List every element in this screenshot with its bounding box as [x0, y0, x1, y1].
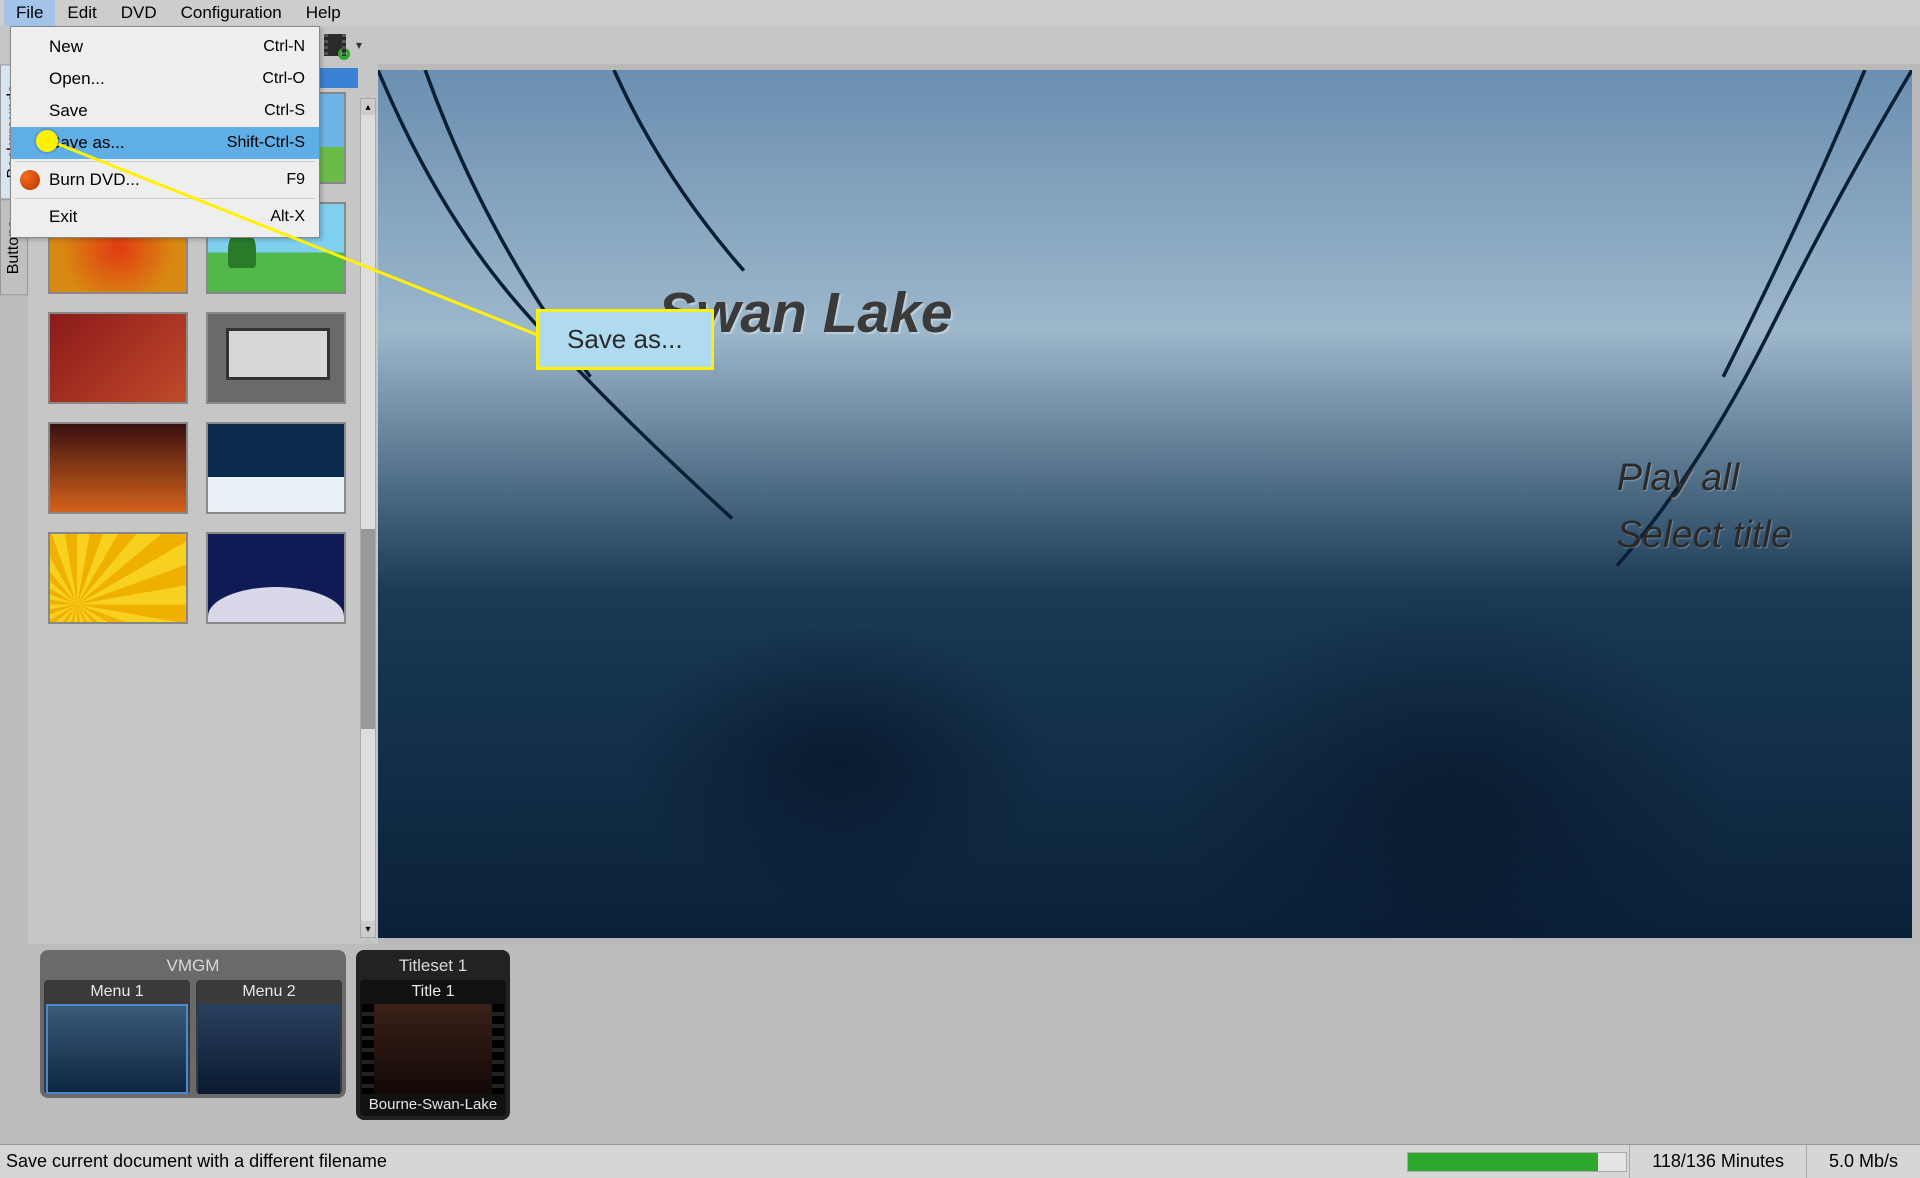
menu-separator: [15, 198, 315, 199]
timeline-item-thumb: [46, 1004, 188, 1094]
menu-item-exit[interactable]: Exit Alt-X: [11, 201, 319, 233]
status-text: Save current document with a different f…: [0, 1151, 387, 1172]
timeline-group-header: VMGM: [44, 954, 342, 980]
burn-dvd-icon: [19, 169, 41, 191]
background-thumb[interactable]: [206, 532, 346, 624]
preview-menu-play-all[interactable]: Play all: [1617, 450, 1792, 507]
background-thumb[interactable]: [206, 312, 346, 404]
background-thumb[interactable]: [206, 422, 346, 514]
menu-item-label: Burn DVD...: [49, 170, 140, 190]
menu-item-label: Exit: [49, 207, 77, 227]
background-thumb[interactable]: [48, 312, 188, 404]
status-minutes: 118/136 Minutes: [1629, 1145, 1806, 1178]
toolbar-dropdown-arrow-icon[interactable]: ▾: [356, 38, 362, 52]
timeline-group-titleset1: Titleset 1 Title 1 Bourne-Swan-Lake: [356, 950, 510, 1120]
disc-usage-progressbar: [1407, 1152, 1627, 1172]
timeline-item-menu1[interactable]: Menu 1: [44, 980, 190, 1094]
menu-item-open[interactable]: Open... Ctrl-O: [11, 63, 319, 95]
annotation-dot: [36, 130, 58, 152]
preview-menu-select-title[interactable]: Select title: [1617, 507, 1792, 564]
add-video-button[interactable]: +: [320, 30, 350, 60]
preview-canvas[interactable]: Swan Lake Play all Select title: [378, 70, 1912, 938]
timeline: VMGM Menu 1 Menu 2 Titleset 1 Title 1 Bo…: [0, 944, 1920, 1144]
scroll-down-icon[interactable]: ▾: [361, 921, 375, 937]
menu-file[interactable]: File: [4, 0, 55, 26]
menu-item-shortcut: Ctrl-S: [264, 102, 305, 120]
timeline-item-thumb: [198, 1004, 340, 1094]
timeline-item-menu2[interactable]: Menu 2: [196, 980, 342, 1094]
timeline-item-title: Menu 2: [196, 980, 342, 1004]
progress-fill: [1408, 1153, 1598, 1171]
film-add-icon: +: [324, 34, 346, 56]
menu-item-shortcut: Ctrl-N: [263, 38, 305, 56]
background-thumb[interactable]: [48, 532, 188, 624]
background-thumb[interactable]: [48, 422, 188, 514]
timeline-item-thumb: [362, 1004, 504, 1094]
menu-configuration[interactable]: Configuration: [169, 0, 294, 26]
timeline-item-title: Title 1: [360, 980, 506, 1004]
timeline-group-vmgm: VMGM Menu 1 Menu 2: [40, 950, 346, 1098]
menu-edit[interactable]: Edit: [55, 0, 108, 26]
status-bitrate: 5.0 Mb/s: [1806, 1145, 1920, 1178]
scroll-thumb[interactable]: [361, 529, 375, 729]
preview-menu-buttons: Play all Select title: [1617, 450, 1792, 564]
scroll-up-icon[interactable]: ▴: [361, 99, 375, 115]
menu-item-shortcut: Ctrl-O: [262, 70, 305, 88]
menu-item-burn-dvd[interactable]: Burn DVD... F9: [11, 164, 319, 196]
timeline-item-title: Menu 1: [44, 980, 190, 1004]
statusbar: Save current document with a different f…: [0, 1144, 1920, 1178]
menu-help[interactable]: Help: [294, 0, 353, 26]
scrollbar-vertical[interactable]: ▴ ▾: [360, 98, 376, 938]
annotation-callout: Save as...: [536, 309, 714, 370]
timeline-item-title1[interactable]: Title 1 Bourne-Swan-Lake: [360, 980, 506, 1116]
menu-item-shortcut: Shift-Ctrl-S: [227, 134, 305, 152]
menu-item-new[interactable]: New Ctrl-N: [11, 31, 319, 63]
timeline-item-caption: Bourne-Swan-Lake: [360, 1094, 506, 1116]
file-menu-dropdown: New Ctrl-N Open... Ctrl-O Save Ctrl-S Sa…: [10, 26, 320, 238]
menu-item-label: Open...: [49, 69, 105, 89]
menu-item-save[interactable]: Save Ctrl-S: [11, 95, 319, 127]
menu-item-label: Save: [49, 101, 88, 121]
menu-separator: [15, 161, 315, 162]
menu-item-label: New: [49, 37, 83, 57]
timeline-group-header: Titleset 1: [360, 954, 506, 980]
menubar: File Edit DVD Configuration Help New Ctr…: [0, 0, 1920, 26]
menu-item-shortcut: F9: [286, 171, 305, 189]
menu-dvd[interactable]: DVD: [109, 0, 169, 26]
menu-item-shortcut: Alt-X: [270, 208, 305, 226]
menu-item-label: Save as...: [49, 133, 125, 153]
